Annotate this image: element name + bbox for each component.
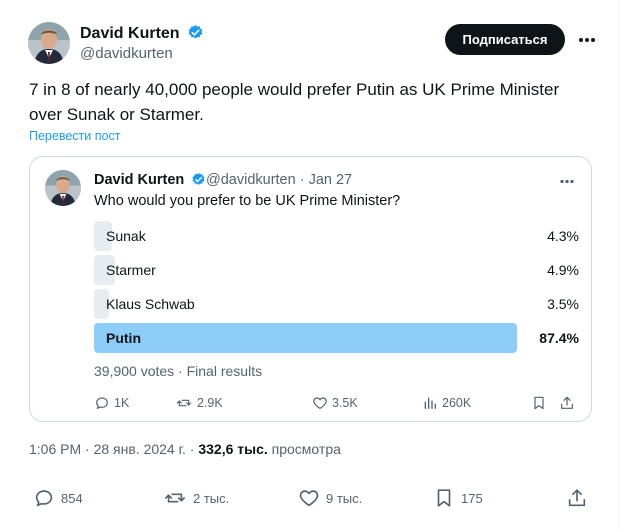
verified-badge-icon [192,172,205,185]
quoted-reply-count: 1K [114,396,130,410]
poll-option-label: Starmer [106,262,156,278]
poll-option-label: Klaus Schwab [106,296,195,312]
like-button[interactable]: 9 тыс. [298,487,362,509]
author-name[interactable]: David Kurten [80,24,204,43]
reply-icon [96,397,108,409]
heart-icon [299,490,319,507]
quoted-post[interactable]: David Kurten @davidkurten · Jan 27 Who w… [29,156,592,422]
poll-option-percent: 87.4% [539,330,579,346]
author-avatar[interactable] [28,22,70,64]
share-icon [561,396,573,409]
author-name-text[interactable]: David Kurten [80,25,180,42]
post-views-count: 332,6 тыс. [198,441,268,457]
post-card: David Kurten @davidkurten Подписаться 7 … [0,0,620,530]
poll-option: Starmer 4.9% [94,255,579,285]
poll-option: Putin 87.4% [94,323,579,353]
repost-icon [165,493,185,503]
poll-summary: 39,900 votes · Final results [94,363,263,379]
quoted-more-options-icon[interactable] [556,172,578,190]
poll-option-bar [94,323,517,353]
repost-icon [176,399,192,407]
heart-icon [313,397,327,409]
reply-count: 854 [61,490,83,506]
views-chart-icon [424,397,436,409]
post-text: 7 in 8 of nearly 40,000 people would pre… [29,80,560,124]
bookmark-count: 175 [461,490,483,506]
quoted-handle-date[interactable]: @davidkurten · Jan 27 [206,172,352,188]
quoted-author-name[interactable]: David Kurten [94,172,206,188]
quoted-views-button[interactable]: 260K [422,395,471,411]
post-meta: 1:06 PM · 28 янв. 2024 г. · 332,6 тыс. п… [29,441,341,457]
poll-option-percent: 4.3% [547,228,579,244]
bookmark-button[interactable]: 175 [433,487,483,509]
poll-option-percent: 4.9% [547,262,579,278]
quoted-author-avatar[interactable] [45,170,81,206]
bookmark-icon [534,396,544,410]
poll-option-label: Putin [106,330,141,346]
reply-button[interactable]: 854 [33,487,83,509]
post-views-label: просмотра [267,441,341,457]
reply-icon [35,490,53,507]
repost-count: 2 тыс. [193,490,230,506]
like-count: 9 тыс. [326,490,363,506]
poll-option-label: Sunak [106,228,146,244]
share-button[interactable] [566,487,594,509]
subscribe-button[interactable]: Подписаться [445,24,565,55]
quoted-repost-count: 2.9K [197,396,223,410]
author-handle[interactable]: @davidkurten [80,45,173,62]
quoted-like-button[interactable]: 3.5K [312,395,358,411]
quoted-views-count: 260K [442,396,472,410]
more-options-icon[interactable] [576,29,598,51]
quoted-reply-button[interactable]: 1K [94,395,129,411]
poll-option: Sunak 4.3% [94,221,579,251]
quoted-author-name-text[interactable]: David Kurten [94,172,184,188]
quoted-bookmark-button[interactable] [531,395,551,411]
quoted-like-count: 3.5K [332,396,358,410]
poll-option: Klaus Schwab 3.5% [94,289,579,319]
quoted-repost-button[interactable]: 2.9K [175,395,223,411]
quoted-share-button[interactable] [559,395,579,411]
post-timestamp[interactable]: 1:06 PM · 28 янв. 2024 г. · [29,441,198,457]
bookmark-icon [437,489,451,507]
verified-badge-icon [188,25,203,39]
poll-option-percent: 3.5% [547,296,579,312]
poll-question: Who would you prefer to be UK Prime Mini… [94,193,401,209]
translate-post-link[interactable]: Перевести пост [29,129,120,143]
share-icon [568,489,586,507]
repost-button[interactable]: 2 тыс. [163,487,229,509]
